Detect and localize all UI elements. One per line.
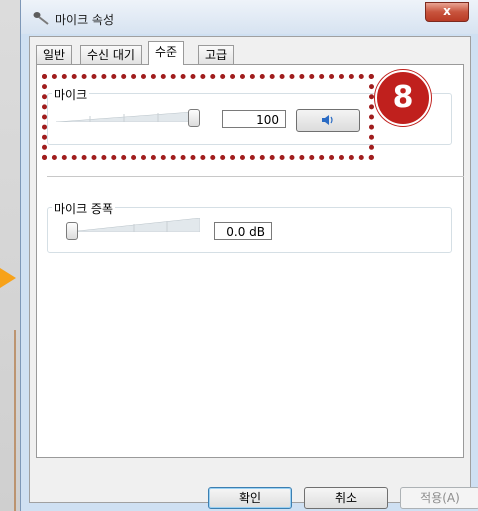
tab-listen[interactable]: 수신 대기 xyxy=(80,45,142,64)
boost-level-field[interactable]: 0.0 dB xyxy=(214,222,272,240)
background-line xyxy=(14,330,16,511)
boost-slider-track[interactable] xyxy=(68,218,200,232)
arrow-marker xyxy=(0,268,16,288)
close-button[interactable]: x xyxy=(425,2,469,22)
tab-general[interactable]: 일반 xyxy=(36,45,73,64)
title-bar[interactable]: 마이크 속성 x xyxy=(21,0,478,34)
step-badge: 8 xyxy=(375,70,431,126)
separator xyxy=(47,176,464,177)
apply-button[interactable]: 적용(A) xyxy=(400,487,478,509)
background-left xyxy=(0,0,22,511)
window-title: 마이크 속성 xyxy=(55,13,115,27)
boost-slider-thumb[interactable] xyxy=(66,222,78,240)
ok-button[interactable]: 확인 xyxy=(208,487,292,509)
cancel-button[interactable]: 취소 xyxy=(304,487,388,509)
tab-advanced[interactable]: 고급 xyxy=(198,45,235,64)
boost-group: 마이크 증폭 0.0 dB xyxy=(47,200,452,253)
tab-levels[interactable]: 수준 xyxy=(148,41,185,65)
highlight-box xyxy=(42,74,374,160)
close-icon: x xyxy=(443,4,451,18)
boost-label: 마이크 증폭 xyxy=(52,200,116,217)
microphone-icon xyxy=(33,12,49,25)
